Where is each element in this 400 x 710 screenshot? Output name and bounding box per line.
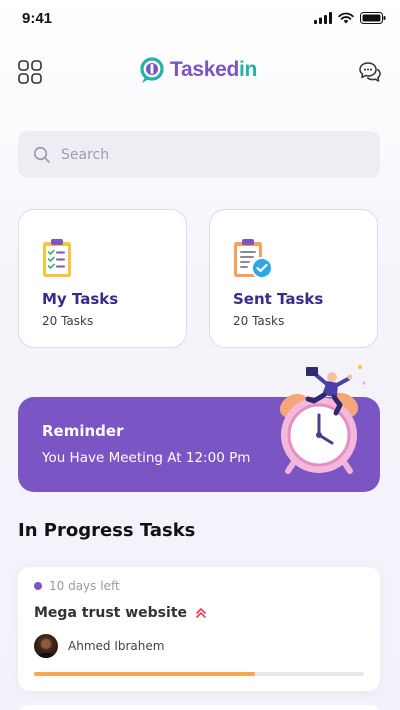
status-time: 9:41 <box>22 10 53 27</box>
sent-tasks-count: 20 Tasks <box>233 314 285 328</box>
wifi-icon <box>338 12 354 24</box>
logo-text-part2: in <box>239 58 258 81</box>
logo-mark-icon <box>140 57 164 83</box>
user-avatar-icon <box>37 639 55 658</box>
alarm-clock-illustration-icon <box>279 365 366 474</box>
search-input[interactable] <box>61 146 361 163</box>
logo-text-part1: Tasked <box>170 58 240 81</box>
task-due-row: 10 days left <box>34 579 120 593</box>
logo-text: Taskedin <box>170 58 257 82</box>
chat-bubbles-icon <box>359 62 381 82</box>
sent-tasks-card[interactable]: Sent Tasks 20 Tasks <box>209 209 378 348</box>
section-title-in-progress: In Progress Tasks <box>18 520 196 541</box>
double-chevron-up-icon <box>196 608 206 618</box>
app-header: Taskedin <box>0 52 400 92</box>
grid-icon <box>18 60 42 84</box>
status-dot <box>34 582 42 590</box>
assignee-name: Ahmed Ibrahem <box>68 639 165 653</box>
reminder-banner[interactable]: Reminder You Have Meeting At 12:00 Pm <box>18 365 380 492</box>
battery-icon <box>360 12 386 24</box>
my-tasks-count: 20 Tasks <box>42 314 94 328</box>
clipboard-sent-icon <box>234 239 273 279</box>
task-due-text: 10 days left <box>49 579 120 593</box>
task-title: Mega trust website <box>34 605 188 621</box>
search-icon <box>33 146 50 163</box>
task-title-row: Mega trust website <box>34 605 207 621</box>
task-assignee: Ahmed Ibrahem <box>34 634 164 658</box>
app-logo: Taskedin <box>138 56 257 84</box>
task-card[interactable]: 10 days left Mega trust website Ahmed Ib… <box>18 567 380 691</box>
status-bar: 9:41 <box>0 0 400 40</box>
clipboard-checklist-icon <box>43 239 71 277</box>
sent-tasks-title: Sent Tasks <box>233 290 324 308</box>
my-tasks-title: My Tasks <box>42 290 119 308</box>
signal-icon <box>314 12 332 24</box>
my-tasks-card[interactable]: My Tasks 20 Tasks <box>18 209 187 348</box>
status-icons <box>314 12 386 24</box>
task-progress-fill <box>34 672 256 676</box>
reminder-text: You Have Meeting At 12:00 Pm <box>42 450 251 466</box>
avatar <box>34 634 58 658</box>
search-bar[interactable] <box>18 131 380 178</box>
messages-button[interactable] <box>358 60 382 84</box>
task-progress-bar <box>34 672 364 676</box>
menu-grid-button[interactable] <box>18 60 42 84</box>
task-card-next[interactable] <box>18 705 380 710</box>
reminder-title: Reminder <box>42 422 124 440</box>
